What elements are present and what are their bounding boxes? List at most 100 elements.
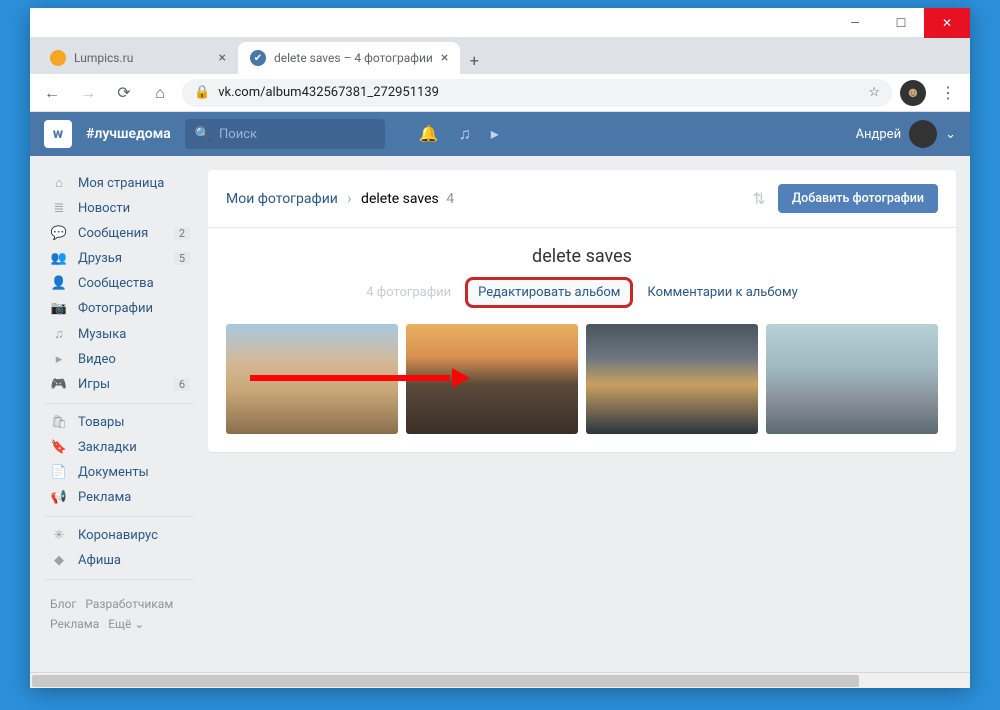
footer-link-more[interactable]: Ещё ⌄: [108, 617, 144, 631]
chevron-right-icon: ›: [347, 191, 351, 207]
add-photos-button[interactable]: Добавить фотографии: [778, 184, 938, 213]
breadcrumb-album: delete saves: [361, 191, 439, 207]
address-bar[interactable]: 🔒 vk.com/album432567381_272951139 ☆: [182, 79, 892, 107]
doc-icon: 📄: [50, 465, 68, 480]
album-title: delete saves: [226, 246, 938, 267]
home-button[interactable]: ⌂: [146, 79, 174, 107]
search-input[interactable]: 🔍 Поиск: [185, 119, 385, 149]
scrollbar-thumb[interactable]: [32, 675, 859, 687]
user-menu[interactable]: Андрей ⌄: [856, 120, 956, 148]
megaphone-icon: 📢: [50, 490, 68, 505]
sidebar-item-communities[interactable]: 👤Сообщества: [44, 271, 194, 296]
tab-close-icon[interactable]: ×: [219, 50, 226, 66]
footer-link-ads[interactable]: Реклама: [50, 617, 99, 631]
window-titlebar: — ☐ ✕: [30, 8, 970, 38]
sidebar-item-covid[interactable]: ✳Коронавирус: [44, 523, 194, 548]
search-icon: 🔍: [195, 127, 211, 142]
url-text: vk.com/album432567381_272951139: [218, 85, 439, 100]
bookmark-star-icon[interactable]: ☆: [868, 85, 880, 100]
lock-icon: 🔒: [194, 85, 210, 100]
music-icon[interactable]: ♫: [459, 124, 471, 144]
friends-icon: 👥: [50, 251, 68, 266]
breadcrumb-root[interactable]: Мои фотографии: [226, 191, 338, 207]
chevron-down-icon: ⌄: [945, 127, 956, 142]
bell-icon[interactable]: 🔔: [419, 124, 439, 144]
photo-thumb[interactable]: [406, 324, 578, 434]
back-button[interactable]: ←: [38, 79, 66, 107]
sidebar-item-events[interactable]: ◆Афиша: [44, 548, 194, 573]
sidebar-item-label: Сообщества: [78, 276, 154, 291]
tab-strip: Lumpics.ru × ✔ delete saves – 4 фотограф…: [30, 38, 970, 74]
favicon-icon: ✔: [250, 50, 266, 66]
sidebar-item-music[interactable]: ♫Музыка: [44, 321, 194, 347]
sidebar-item-label: Сообщения: [78, 226, 148, 241]
video-icon[interactable]: ▸: [491, 124, 499, 144]
sidebar-footer: Блог Разработчикам Реклама Ещё ⌄: [44, 586, 194, 643]
tab-vk-album[interactable]: ✔ delete saves – 4 фотографии ×: [238, 42, 460, 74]
close-button[interactable]: ✕: [924, 8, 970, 38]
photo-grid: [226, 324, 938, 434]
photo-count-link[interactable]: 4 фотографии: [366, 285, 451, 300]
separator: [44, 516, 194, 517]
maximize-button[interactable]: ☐: [878, 8, 924, 38]
header-icons: 🔔 ♫ ▸: [419, 124, 499, 144]
tab-title: Lumpics.ru: [74, 51, 133, 65]
sidebar-item-profile[interactable]: ⌂Моя страница: [44, 170, 194, 196]
page-content: w #лучшедома 🔍 Поиск 🔔 ♫ ▸ Андрей ⌄ ⌂Моя…: [30, 112, 970, 688]
ticket-icon: ◆: [50, 553, 68, 568]
photo-thumb[interactable]: [586, 324, 758, 434]
camera-icon: 📷: [50, 301, 68, 316]
photo-thumb[interactable]: [766, 324, 938, 434]
vk-body: ⌂Моя страница ≣ Новости 💬Сообщения2 👥Друз…: [30, 156, 970, 657]
sidebar-item-video[interactable]: ▸Видео: [44, 347, 194, 372]
minimize-button[interactable]: —: [832, 8, 878, 38]
video-icon: ▸: [50, 352, 68, 367]
sidebar-item-news[interactable]: ≣ Новости: [44, 196, 194, 221]
home-icon: ⌂: [50, 175, 68, 191]
news-icon: ≣: [50, 201, 68, 216]
footer-link-blog[interactable]: Блог: [50, 597, 76, 611]
new-tab-button[interactable]: +: [460, 46, 488, 74]
sort-icon[interactable]: ⇅: [752, 189, 765, 208]
album-area: delete saves 4 фотографии Редактировать …: [208, 228, 956, 452]
badge-count: 6: [174, 378, 190, 391]
sidebar-item-label: Реклама: [78, 490, 131, 505]
gamepad-icon: 🎮: [50, 377, 68, 392]
photo-thumb[interactable]: [226, 324, 398, 434]
edit-album-link[interactable]: Редактировать альбом: [465, 277, 633, 308]
tab-lumpics[interactable]: Lumpics.ru ×: [38, 42, 238, 74]
music-icon: ♫: [50, 326, 68, 342]
tab-title: delete saves – 4 фотографии: [274, 51, 433, 65]
tab-close-icon[interactable]: ×: [441, 50, 448, 66]
profile-avatar[interactable]: ☻: [900, 80, 926, 106]
sidebar-item-photos[interactable]: 📷 Фотографии: [44, 296, 194, 321]
horizontal-scrollbar[interactable]: [30, 672, 970, 688]
album-comments-link[interactable]: Комментарии к альбому: [647, 285, 797, 300]
sidebar-item-market[interactable]: 🛍Товары: [44, 410, 194, 435]
breadcrumb-count: 4: [446, 191, 454, 207]
sidebar-item-label: Закладки: [78, 440, 137, 455]
panel-header: Мои фотографии › delete saves 4 ⇅ Добави…: [208, 170, 956, 228]
sidebar-item-label: Фотографии: [78, 301, 153, 316]
sidebar-item-messages[interactable]: 💬Сообщения2: [44, 221, 194, 246]
browser-window: — ☐ ✕ Lumpics.ru × ✔ delete saves – 4 фо…: [30, 8, 970, 688]
user-avatar-icon: [909, 120, 937, 148]
vk-hashtag[interactable]: #лучшедома: [86, 126, 171, 142]
header-actions: ⇅ Добавить фотографии: [752, 184, 938, 213]
sidebar-item-documents[interactable]: 📄Документы: [44, 460, 194, 485]
reload-button[interactable]: ⟳: [110, 79, 138, 107]
favicon-icon: [50, 50, 66, 66]
vk-logo-icon[interactable]: w: [44, 120, 72, 148]
sidebar-item-ads[interactable]: 📢 Реклама: [44, 485, 194, 510]
vk-header: w #лучшедома 🔍 Поиск 🔔 ♫ ▸ Андрей ⌄: [30, 112, 970, 156]
footer-link-dev[interactable]: Разработчикам: [85, 597, 173, 611]
sidebar-item-games[interactable]: 🎮Игры6: [44, 372, 194, 397]
virus-icon: ✳: [50, 528, 68, 543]
sidebar-item-label: Новости: [78, 201, 130, 216]
sidebar-item-bookmarks[interactable]: 🔖Закладки: [44, 435, 194, 460]
browser-menu-button[interactable]: ⋮: [934, 83, 962, 102]
sidebar-item-friends[interactable]: 👥Друзья5: [44, 246, 194, 271]
search-placeholder: Поиск: [219, 127, 257, 142]
user-name: Андрей: [856, 127, 902, 142]
forward-button[interactable]: →: [74, 79, 102, 107]
